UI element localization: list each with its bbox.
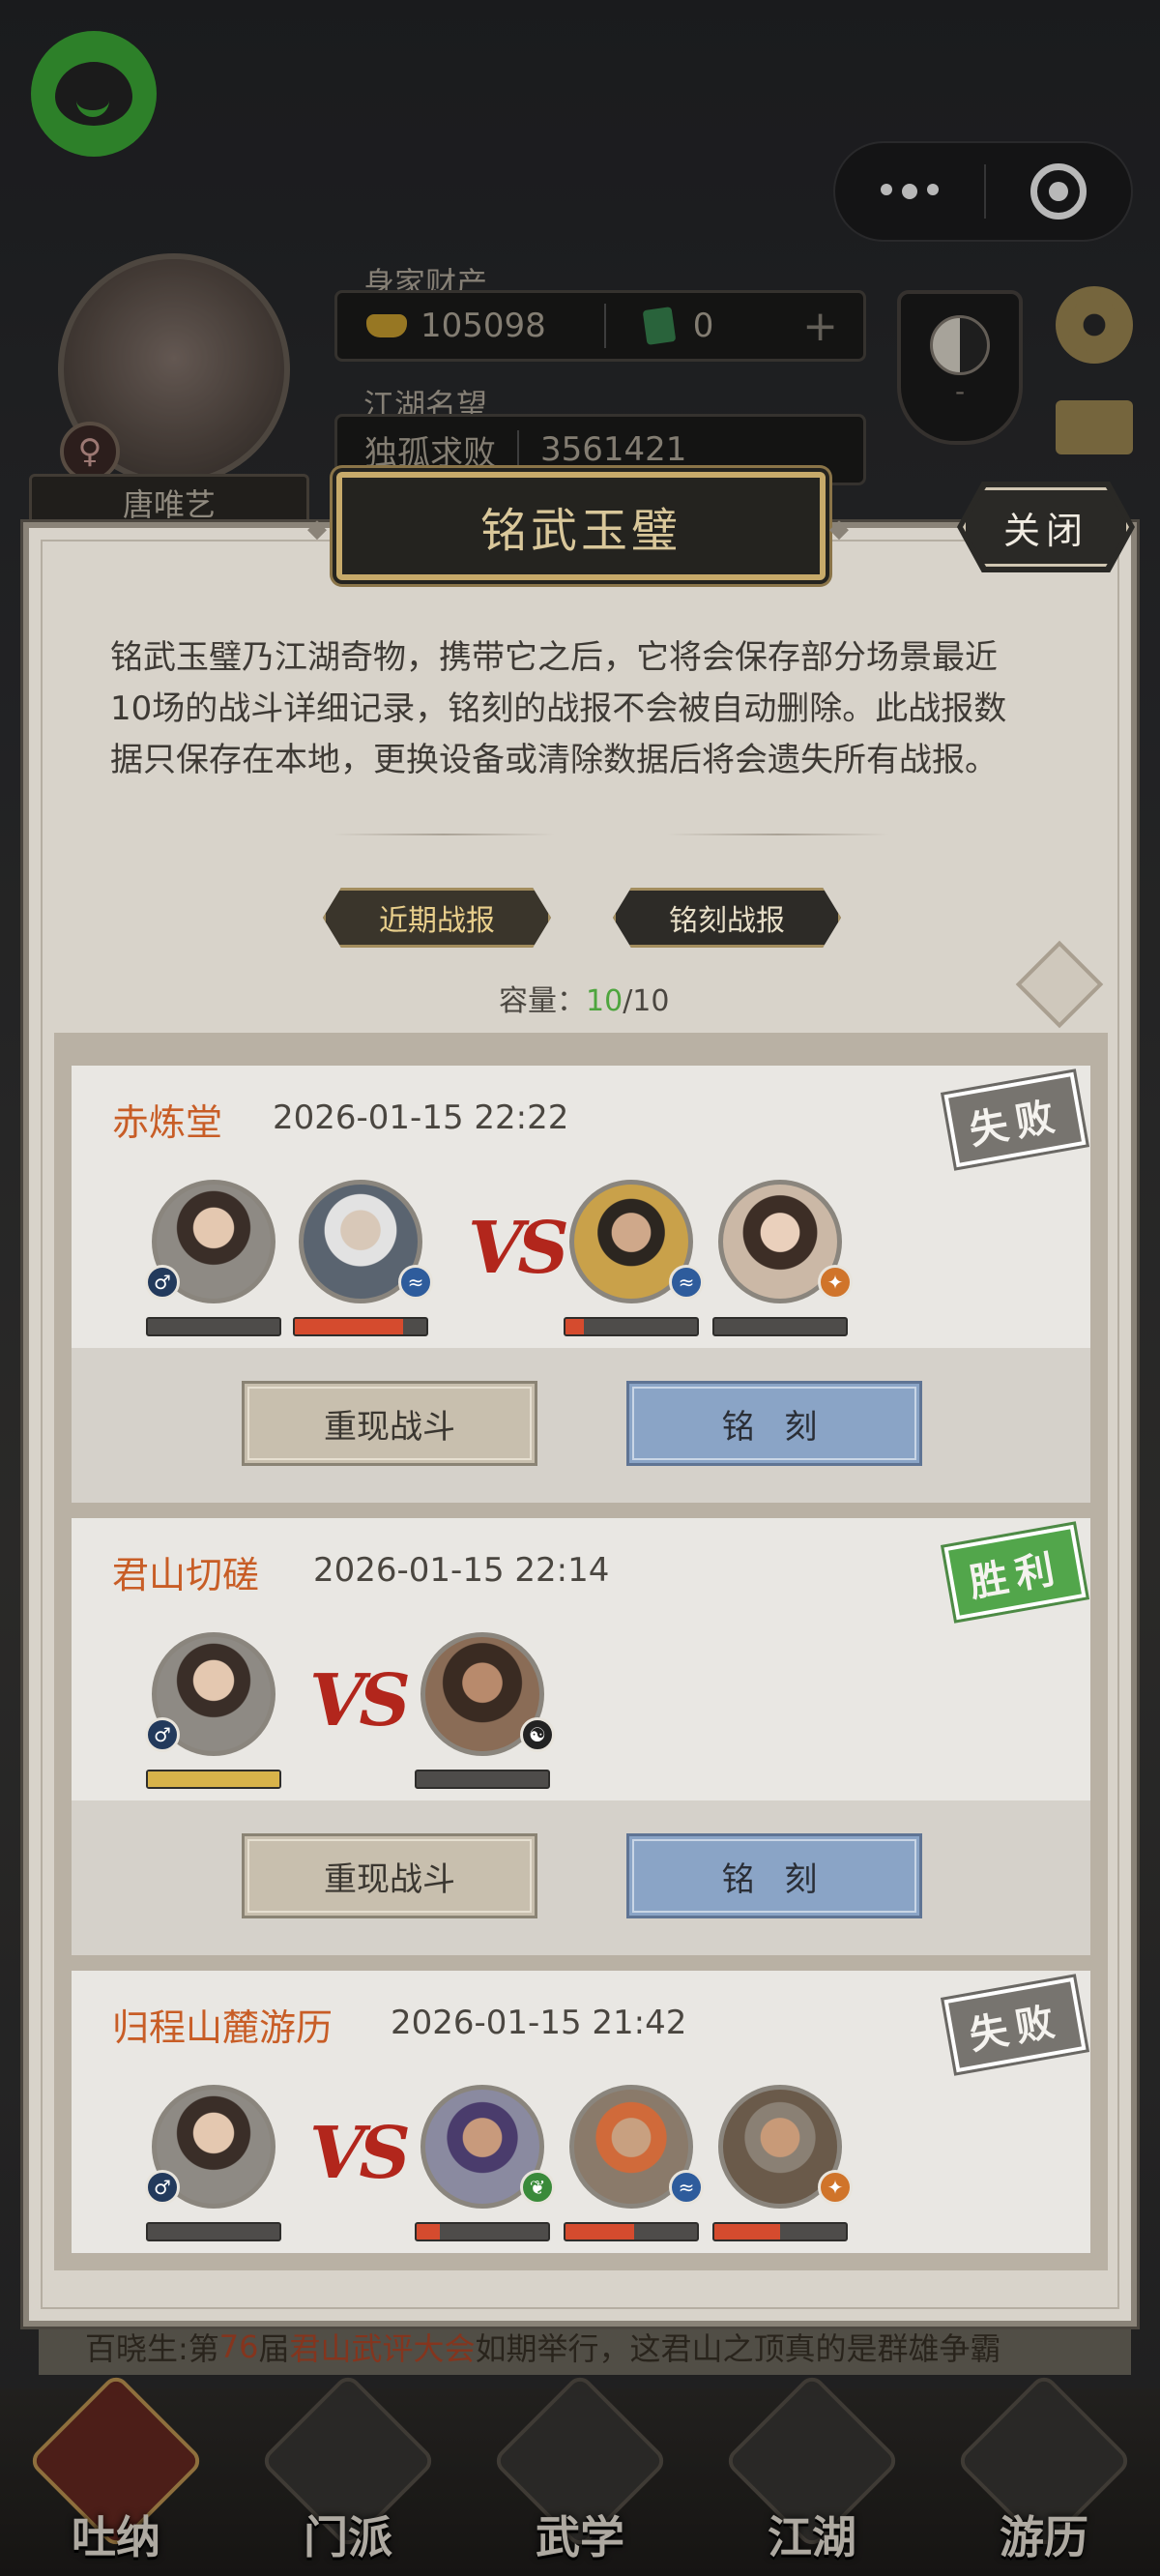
fighter-ally: ♂: [141, 1180, 286, 1336]
battle-time: 2026-01-15 21:42: [391, 2004, 687, 2042]
capacity-indicator: 容量：10/10: [499, 977, 669, 1019]
battle-card: 赤炼堂 2026-01-15 22:22 失败 ♂ ≈ VS ≈ ✦ 重现战斗 …: [72, 1066, 1090, 1503]
hp-bar: [293, 1317, 428, 1336]
fighter-ally: ♂: [141, 1632, 286, 1789]
battle-report-list[interactable]: 赤炼堂 2026-01-15 22:22 失败 ♂ ≈ VS ≈ ✦ 重现战斗 …: [54, 1033, 1108, 2270]
capacity-current: 10: [586, 984, 624, 1018]
ornament-divider-right: [667, 834, 889, 835]
title-ornament-left: ◆: [307, 514, 327, 543]
fighter-ally: ♂: [141, 2085, 286, 2241]
tab-recent-reports[interactable]: 近期战报: [323, 888, 551, 948]
fighter-enemy: ✦: [708, 2085, 853, 2241]
yin-yang-icon: ☯: [520, 1717, 555, 1752]
capacity-label: 容量：: [499, 984, 586, 1018]
hp-bar: [146, 2222, 281, 2241]
battle-time: 2026-01-15 22:22: [273, 1098, 569, 1137]
hp-bar: [564, 1317, 699, 1336]
water-element-icon: ≈: [669, 2170, 704, 2205]
replay-battle-button[interactable]: 重现战斗: [242, 1833, 537, 1918]
modal-title: 铭武玉璧: [336, 472, 826, 580]
vs-label: VS: [468, 1207, 569, 1290]
fighter-enemy: ☯: [410, 1632, 555, 1789]
replay-battle-button[interactable]: 重现战斗: [242, 1381, 537, 1466]
engrave-button[interactable]: 铭 刻: [626, 1833, 922, 1918]
ornament-divider-left: [333, 834, 555, 835]
hp-bar: [146, 1770, 281, 1789]
fire-element-icon: ✦: [818, 2170, 853, 2205]
modal-description: 铭武玉璧乃江湖奇物，携带它之后，它将会保存部分场景最近10场的战斗详细记录，铭刻…: [110, 638, 1007, 779]
hp-bar: [712, 2222, 848, 2241]
leaf-element-icon: ❦: [520, 2170, 555, 2205]
result-stamp: 失败: [941, 1068, 1089, 1172]
battle-card: 归程山麓游历 2026-01-15 21:42 失败 ♂ VS ❦ ≈ ✦: [72, 1971, 1090, 2253]
water-element-icon: ≈: [669, 1265, 704, 1300]
fire-element-icon: ✦: [818, 1265, 853, 1300]
result-stamp: 胜利: [941, 1520, 1089, 1625]
battle-time: 2026-01-15 22:14: [313, 1551, 610, 1590]
battle-location: 赤炼堂: [112, 1101, 223, 1144]
engrave-button[interactable]: 铭 刻: [626, 1381, 922, 1466]
battle-card-actions: 重现战斗 铭 刻: [72, 1800, 1090, 1955]
hp-bar: [564, 2222, 699, 2241]
fighter-enemy: ≈: [559, 2085, 704, 2241]
vs-label: VS: [309, 2112, 411, 2195]
water-element-icon: ≈: [398, 1265, 433, 1300]
tab-engraved-reports[interactable]: 铭刻战报: [613, 888, 841, 948]
battle-card: 君山切磋 2026-01-15 22:14 胜利 ♂ VS ☯ 重现战斗 铭 刻: [72, 1518, 1090, 1955]
fighter-enemy: ❦: [410, 2085, 555, 2241]
capacity-max: /10: [623, 984, 670, 1018]
battle-location: 归程山麓游历: [112, 2006, 334, 2049]
hp-bar: [146, 1317, 281, 1336]
male-role-icon: ♂: [145, 1265, 180, 1300]
fighter-enemy: ≈: [559, 1180, 704, 1336]
title-ornament-right: ◆: [829, 514, 849, 543]
fighter-ally: ≈: [288, 1180, 433, 1336]
hp-bar: [415, 1770, 550, 1789]
battle-card-actions: 重现战斗 铭 刻: [72, 1348, 1090, 1503]
male-role-icon: ♂: [145, 1717, 180, 1752]
battle-location: 君山切磋: [112, 1554, 260, 1596]
vs-label: VS: [309, 1659, 411, 1742]
hp-bar: [415, 2222, 550, 2241]
male-role-icon: ♂: [145, 2170, 180, 2205]
battle-card-header: 归程山麓游历 2026-01-15 21:42 失败 ♂ VS ❦ ≈ ✦: [72, 1971, 1090, 2253]
result-stamp: 失败: [941, 1973, 1089, 2077]
fighter-enemy: ✦: [708, 1180, 853, 1336]
close-button[interactable]: 关闭: [963, 487, 1129, 567]
battle-card-header: 赤炼堂 2026-01-15 22:22 失败 ♂ ≈ VS ≈ ✦: [72, 1066, 1090, 1348]
hp-bar: [712, 1317, 848, 1336]
battle-card-header: 君山切磋 2026-01-15 22:14 胜利 ♂ VS ☯: [72, 1518, 1090, 1800]
